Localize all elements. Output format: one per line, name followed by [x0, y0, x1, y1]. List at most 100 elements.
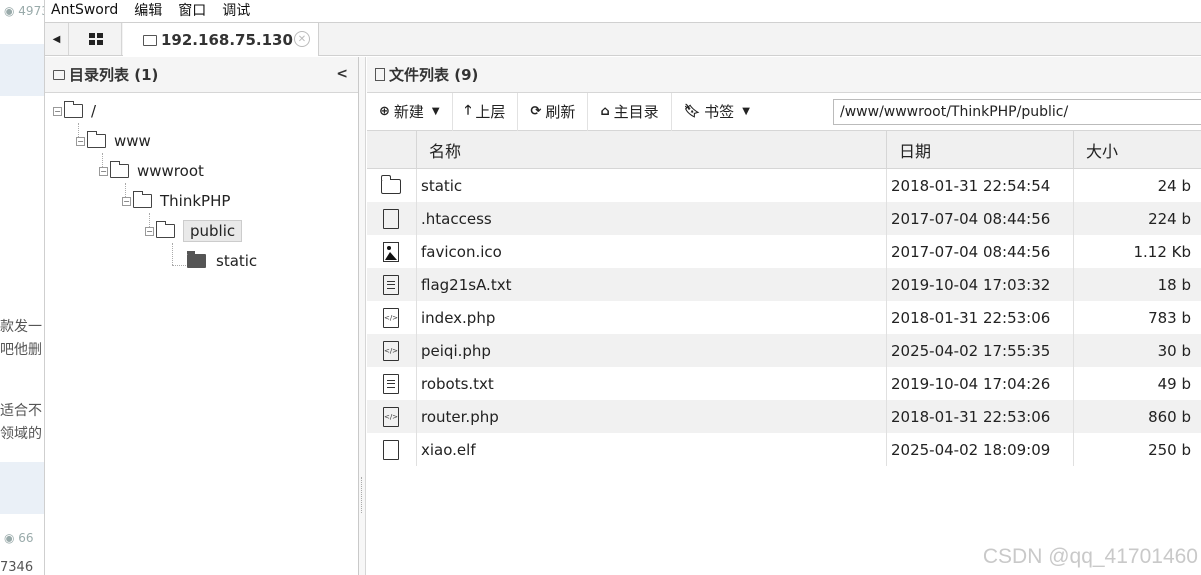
bookmark-button[interactable]: 🔖︎ 书签 ▼	[672, 93, 762, 131]
column-separator	[416, 235, 417, 268]
tree-node-thinkphp[interactable]: − ThinkPHP	[122, 190, 230, 212]
column-separator	[416, 169, 417, 202]
menu-app-name[interactable]: AntSword	[51, 2, 118, 18]
plus-circle-icon: ⊕	[379, 104, 390, 119]
folder-solid-icon	[187, 251, 206, 268]
bg-text-line: 领域的	[0, 426, 42, 442]
refresh-button[interactable]: ⟳ 刷新	[518, 92, 589, 131]
file-date: 2018-01-31 22:54:54	[891, 176, 1051, 195]
bg-band	[0, 44, 46, 96]
new-button[interactable]: ⊕ 新建 ▼	[367, 92, 453, 131]
file-row[interactable]: xiao.elf 2025-04-02 18:09:09 250 b	[367, 433, 1201, 466]
menu-debug[interactable]: 调试	[222, 0, 250, 20]
close-icon[interactable]: ✕	[294, 31, 310, 47]
tree-node-wwwroot[interactable]: − wwwroot	[99, 160, 204, 182]
folder-icon	[143, 34, 157, 46]
views-count-top: ◉ 4973	[4, 4, 46, 18]
file-row[interactable]: static 2018-01-31 22:54:54 24 b	[367, 169, 1201, 202]
column-separator	[416, 268, 417, 301]
caret-down-icon: ▼	[431, 106, 440, 117]
chevron-left-icon[interactable]: <	[336, 66, 348, 82]
column-header-name-label: 名称	[429, 142, 462, 161]
panel-splitter[interactable]	[359, 57, 366, 575]
column-separator	[416, 202, 417, 235]
column-separator	[886, 334, 887, 367]
column-separator	[886, 169, 887, 202]
folder-icon	[380, 174, 401, 196]
file-name: static	[421, 176, 463, 195]
tab-host[interactable]: 192.168.75.130 ✕	[123, 23, 319, 56]
file-size: 860 b	[1148, 407, 1191, 426]
file-row[interactable]: robots.txt 2019-10-04 17:04:26 49 b	[367, 367, 1201, 400]
tab-home[interactable]	[70, 23, 122, 55]
column-header-size-label: 大小	[1086, 142, 1119, 161]
caret-down-icon: ▼	[742, 106, 750, 117]
path-input[interactable]	[833, 99, 1201, 125]
tree-node-label: /	[91, 102, 97, 120]
file-date: 2017-07-04 08:44:56	[891, 209, 1051, 228]
bg-text-line: 吧他删	[0, 342, 42, 358]
file-row[interactable]: </> router.php 2018-01-31 22:53:06 860 b	[367, 400, 1201, 433]
triangle-left-icon[interactable]: ◀	[45, 23, 69, 55]
collapse-icon[interactable]: −	[53, 106, 62, 116]
column-separator	[886, 301, 887, 334]
collapse-icon[interactable]: −	[76, 136, 85, 146]
column-header-size[interactable]: 大小	[1073, 131, 1199, 169]
bookmark-button-label: 书签	[704, 103, 735, 121]
arrow-up-icon: 🡑	[464, 102, 472, 118]
collapse-icon[interactable]: −	[122, 196, 131, 206]
bookmark-icon: 🔖︎	[683, 104, 701, 119]
file-row[interactable]: flag21sA.txt 2019-10-04 17:03:32 18 b	[367, 268, 1201, 301]
file-size: 49 b	[1157, 374, 1191, 393]
file-row[interactable]: .htaccess 2017-07-04 08:44:56 224 b	[367, 202, 1201, 235]
file-icon-shape	[383, 209, 399, 229]
file-row[interactable]: </> index.php 2018-01-31 22:53:06 783 b	[367, 301, 1201, 334]
column-header-date[interactable]: 日期	[886, 131, 1074, 169]
tree-node-static[interactable]: static	[187, 250, 257, 272]
file-row[interactable]: </> peiqi.php 2025-04-02 17:55:35 30 b	[367, 334, 1201, 367]
home-dir-button[interactable]: ⌂ 主目录	[588, 92, 672, 131]
background-page: ◉ 4973 款发一 吧他删 适合不 领域的 ◉ 66 7346	[0, 0, 46, 575]
code-file-icon: </>	[381, 341, 401, 361]
image-file-icon	[381, 242, 401, 262]
file-size: 224 b	[1148, 209, 1191, 228]
bg-band	[0, 462, 46, 514]
tree-node-www[interactable]: − www	[76, 130, 151, 152]
collapse-icon[interactable]: −	[99, 166, 108, 176]
refresh-button-label: 刷新	[545, 103, 576, 121]
tree-connector	[172, 265, 186, 266]
file-name: index.php	[421, 308, 496, 327]
code-file-icon-shape: </>	[383, 308, 399, 328]
views-count-bottom: ◉ 66	[4, 531, 34, 545]
collapse-icon[interactable]: −	[145, 226, 154, 236]
up-button-label: 上层	[475, 103, 506, 121]
menubar: AntSword 编辑 窗口 调试	[45, 0, 1201, 20]
code-file-icon-shape: </>	[383, 407, 399, 427]
column-separator	[886, 268, 887, 301]
file-row[interactable]: favicon.ico 2017-07-04 08:44:56 1.12 Kb	[367, 235, 1201, 268]
file-name: robots.txt	[421, 374, 494, 393]
splitter-grip[interactable]	[361, 477, 363, 513]
file-name: peiqi.php	[421, 341, 491, 360]
bg-text-line: 款发一	[0, 319, 42, 335]
folder-outline-icon	[110, 161, 129, 178]
tree-node-label: www	[114, 132, 151, 150]
home-dir-button-label: 主目录	[613, 103, 659, 121]
column-header-name[interactable]: 名称	[416, 131, 888, 169]
file-date: 2017-07-04 08:44:56	[891, 242, 1051, 261]
new-button-label: 新建	[393, 103, 424, 121]
tree-node-public[interactable]: − public	[145, 220, 243, 242]
bg-text-line: 适合不	[0, 403, 42, 419]
tree-node-root[interactable]: − /	[53, 100, 96, 122]
text-file-icon-shape	[383, 374, 399, 394]
menu-edit[interactable]: 编辑	[134, 0, 162, 20]
file-name: .htaccess	[421, 209, 492, 228]
column-separator	[886, 367, 887, 400]
tree-connector	[172, 243, 173, 265]
column-separator	[416, 433, 417, 466]
folder-outline-icon	[156, 221, 175, 238]
file-panel: 文件列表 (9) ⊕ 新建 ▼ 🡑 上层 ⟳ 刷新 ⌂ 主目录 🔖︎ 书签 ▼ …	[367, 57, 1201, 575]
menu-window[interactable]: 窗口	[178, 0, 206, 20]
up-button[interactable]: 🡑 上层	[453, 92, 519, 131]
column-separator	[416, 334, 417, 367]
